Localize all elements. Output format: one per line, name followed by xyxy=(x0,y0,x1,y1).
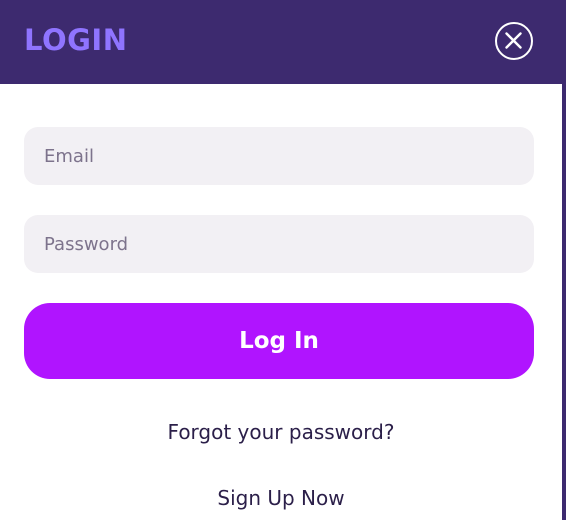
login-button[interactable]: Log In xyxy=(24,303,534,379)
email-field[interactable] xyxy=(44,127,514,185)
modal-header: LOGIN xyxy=(0,0,562,84)
login-modal: LOGIN Log In Forgot your password? Sign … xyxy=(0,0,566,520)
password-field-container xyxy=(24,215,534,273)
email-field-container xyxy=(24,127,534,185)
close-icon xyxy=(505,32,522,49)
forgot-password-link[interactable]: Forgot your password? xyxy=(0,418,562,446)
sign-up-link[interactable]: Sign Up Now xyxy=(0,484,562,512)
close-button[interactable] xyxy=(495,22,533,60)
modal-title: LOGIN xyxy=(24,23,128,57)
password-field[interactable] xyxy=(44,215,514,273)
